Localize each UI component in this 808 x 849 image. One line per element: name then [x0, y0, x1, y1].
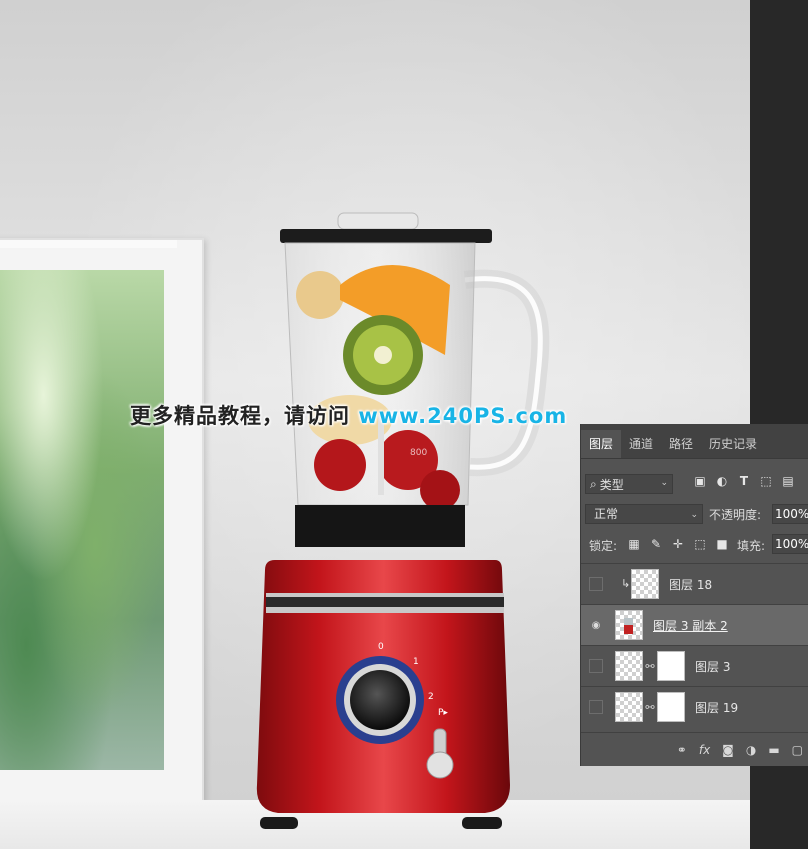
lock-all-icon[interactable]: ■: [715, 537, 729, 551]
layer-thumbnail: [615, 692, 643, 722]
window-glass-greenery: [0, 270, 164, 770]
lock-brush-icon[interactable]: ✎: [649, 537, 663, 551]
fx-icon[interactable]: fx: [699, 743, 710, 757]
layer-row[interactable]: ⚯ 图层 3: [581, 645, 808, 686]
smart-object-filter-icon[interactable]: ▤: [781, 474, 795, 488]
layer-row[interactable]: ◉ 图层 3 副本 2: [581, 604, 808, 645]
chevron-down-icon: ⌄: [690, 510, 698, 520]
image-filter-icon[interactable]: ▣: [693, 474, 707, 488]
dial-label-2: 2: [428, 692, 434, 702]
lock-label: 锁定:: [589, 539, 618, 553]
lock-transparent-icon[interactable]: ▦: [627, 537, 641, 551]
dial-label-pulse: P▸: [438, 708, 448, 718]
opacity-label: 不透明度:: [709, 508, 762, 522]
fill-label: 填充:: [737, 539, 766, 553]
blender-mini-icon: [624, 618, 633, 634]
panel-tabs: 图层 通道 路径 历史记录: [581, 424, 808, 459]
layer-name[interactable]: 图层 18: [669, 576, 712, 593]
new-adjustment-icon[interactable]: ◑: [746, 743, 756, 757]
fill-field[interactable]: 100%: [772, 534, 808, 554]
opacity-field[interactable]: 100%: [772, 504, 808, 524]
layer-list: ↳ 图层 18 ◉ 图层 3 副本 2 ⚯ 图层 3 ⚯ 图层 19: [581, 563, 808, 727]
eye-icon[interactable]: ◉: [589, 618, 603, 632]
new-layer-icon[interactable]: ▢: [792, 743, 803, 757]
mask-link-icon[interactable]: ⚯: [645, 660, 655, 673]
clipping-arrow-icon: ↳: [621, 577, 631, 590]
layer-mask-thumbnail[interactable]: [657, 651, 685, 681]
dial-label-0: 0: [378, 642, 384, 652]
blend-mode-value: 正常: [594, 507, 619, 521]
visibility-toggle[interactable]: [589, 659, 603, 673]
layers-panel: 图层 通道 路径 历史记录 ⌕ 类型 ⌄ ▣ ◐ T ⬚ ▤ 正常 ⌄ 不透明度…: [580, 424, 808, 766]
layer-name[interactable]: 图层 19: [695, 699, 738, 716]
window-sill: [0, 240, 177, 248]
window-frame: [0, 238, 204, 802]
blend-mode-select[interactable]: 正常 ⌄: [585, 504, 703, 524]
layer-filter-select[interactable]: ⌕ 类型 ⌄: [585, 474, 673, 494]
shape-filter-icon[interactable]: ⬚: [759, 474, 773, 488]
layer-name[interactable]: 图层 3: [695, 658, 730, 675]
layer-thumbnail: [615, 651, 643, 681]
dial-label-1: 1: [413, 657, 419, 667]
tab-channels[interactable]: 通道: [621, 430, 661, 458]
layer-thumbnail: [631, 569, 659, 599]
visibility-toggle[interactable]: [589, 700, 603, 714]
layer-row[interactable]: ↳ 图层 18: [581, 563, 808, 604]
site-watermark: 更多精品教程，请访问 www.240PS.com: [130, 400, 567, 430]
adjustment-filter-icon[interactable]: ◐: [715, 474, 729, 488]
layer-row[interactable]: ⚯ 图层 19: [581, 686, 808, 727]
panel-footer: ⚭ fx ◙ ◑ ▬ ▢: [581, 732, 808, 766]
watermark-url: www.240PS.com: [358, 404, 568, 428]
add-mask-icon[interactable]: ◙: [722, 743, 734, 757]
search-icon: ⌕: [590, 476, 597, 491]
layer-thumbnail: [615, 610, 643, 640]
visibility-toggle[interactable]: [589, 577, 603, 591]
filter-icon-bar: ▣ ◐ T ⬚ ▤: [693, 474, 795, 488]
type-filter-icon[interactable]: T: [737, 474, 751, 488]
lock-icon-bar: ▦ ✎ ✛ ⬚ ■: [627, 537, 729, 551]
lock-artboard-icon[interactable]: ⬚: [693, 537, 707, 551]
tab-paths[interactable]: 路径: [661, 430, 701, 458]
link-layers-icon[interactable]: ⚭: [677, 743, 687, 757]
filter-label: 类型: [599, 477, 624, 492]
jar-marking: 800: [410, 448, 427, 458]
new-group-icon[interactable]: ▬: [768, 743, 779, 757]
watermark-text: 更多精品教程，请访问: [130, 404, 359, 428]
chevron-down-icon: ⌄: [660, 478, 668, 488]
mask-link-icon[interactable]: ⚯: [645, 701, 655, 714]
tab-layers[interactable]: 图层: [581, 430, 622, 458]
layer-mask-thumbnail[interactable]: [657, 692, 685, 722]
blender-illustration: 800 0 1 2 P▸: [256, 212, 550, 829]
lock-move-icon[interactable]: ✛: [671, 537, 685, 551]
layer-name[interactable]: 图层 3 副本 2: [653, 617, 728, 634]
tab-history[interactable]: 历史记录: [701, 430, 765, 458]
